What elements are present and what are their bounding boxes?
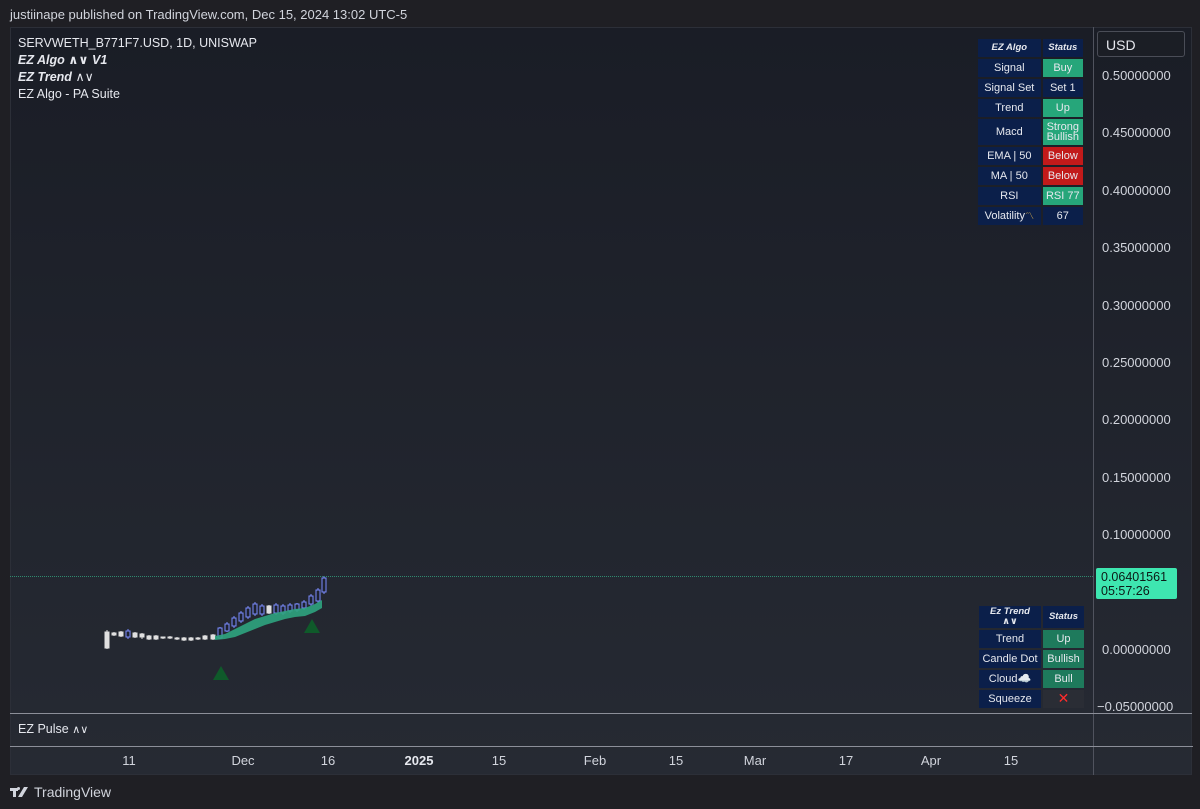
- last-price-line: [10, 576, 1093, 577]
- candle-body: [153, 635, 159, 640]
- buy-signal-marker: [304, 619, 320, 633]
- ez-pulse-title: EZ Pulse: [18, 722, 69, 736]
- price-chart-svg[interactable]: [10, 28, 1093, 713]
- published-header: justiinape published on TradingView.com,…: [10, 7, 408, 22]
- candle-body: [118, 631, 124, 637]
- price-tick: 0.30000000: [1102, 298, 1171, 313]
- time-label: 16: [320, 753, 336, 768]
- candle-body: [231, 617, 237, 627]
- price-tick: 0.45000000: [1102, 125, 1171, 140]
- tradingview-footer[interactable]: TradingView: [10, 784, 111, 800]
- bar-countdown: 05:57:26: [1101, 584, 1150, 598]
- candle-body: [174, 637, 180, 640]
- candle-body: [132, 632, 138, 638]
- time-label: 15: [491, 753, 507, 768]
- price-tick: 0.00000000: [1102, 642, 1171, 657]
- candle-body: [160, 636, 166, 639]
- candle-body: [167, 636, 173, 639]
- buy-signal-marker: [213, 666, 229, 680]
- time-label: 17: [838, 753, 854, 768]
- last-price-value: 0.06401561: [1101, 570, 1168, 584]
- price-tick: 0.40000000: [1102, 183, 1171, 198]
- price-tick: −0.05000000: [1097, 699, 1174, 714]
- price-tick: 0.10000000: [1102, 527, 1171, 542]
- time-label: Dec: [231, 753, 255, 768]
- candle-body: [259, 605, 265, 615]
- tradingview-logo-icon: [10, 786, 28, 798]
- time-label: Mar: [743, 753, 767, 768]
- candle-body: [139, 633, 145, 638]
- tradingview-brand: TradingView: [34, 784, 112, 800]
- price-tick: 0.15000000: [1102, 470, 1171, 485]
- candle-body: [188, 637, 194, 641]
- candle-body: [315, 589, 321, 602]
- time-label: 11: [122, 753, 136, 768]
- time-label-year: 2025: [404, 753, 434, 768]
- candle-body: [321, 577, 327, 593]
- price-tick: 0.50000000: [1102, 68, 1171, 83]
- candle-body: [202, 635, 208, 640]
- candle-body: [195, 637, 201, 640]
- candle-body: [301, 601, 307, 609]
- candle-body: [266, 605, 272, 614]
- candle-body: [111, 632, 117, 636]
- candle-body: [252, 603, 258, 615]
- currency-selector[interactable]: USD: [1097, 31, 1185, 57]
- price-tick: 0.20000000: [1102, 412, 1171, 427]
- time-axis[interactable]: 11 Dec 16 2025 15 Feb 15 Mar 17 Apr 15: [10, 747, 1093, 775]
- price-tick: 0.25000000: [1102, 355, 1171, 370]
- candle-body: [308, 595, 314, 605]
- time-label: 15: [1003, 753, 1019, 768]
- time-label: 15: [668, 753, 684, 768]
- candle-body: [125, 630, 131, 638]
- candle-body: [273, 604, 279, 614]
- time-label: Feb: [583, 753, 607, 768]
- candle-body: [181, 637, 187, 641]
- candle-body: [210, 634, 216, 640]
- candle-body: [146, 635, 152, 640]
- candle-body: [245, 607, 251, 618]
- price-tick: 0.35000000: [1102, 240, 1171, 255]
- ez-pulse-suffix: ∧∨: [72, 724, 89, 736]
- candle-body: [238, 612, 244, 622]
- time-label: Apr: [920, 753, 942, 768]
- last-price-tag: 0.06401561 05:57:26: [1096, 568, 1177, 599]
- candle-body: [224, 623, 230, 632]
- pane-separator[interactable]: [10, 713, 1192, 714]
- ez-pulse-legend[interactable]: EZ Pulse ∧∨: [18, 722, 88, 736]
- candle-body: [104, 631, 110, 649]
